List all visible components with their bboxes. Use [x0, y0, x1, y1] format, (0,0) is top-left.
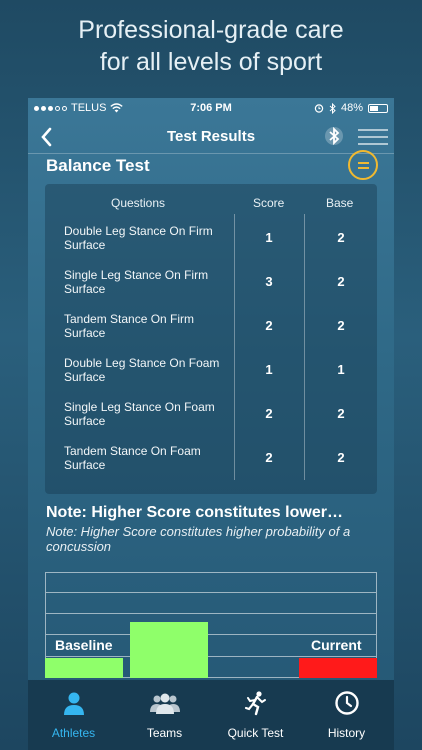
current-bar — [299, 658, 377, 678]
tab-teams[interactable]: Teams — [119, 680, 210, 750]
row-question: Single Leg Stance On Foam Surface — [64, 400, 215, 428]
battery-level — [370, 105, 378, 111]
row-score: 2 — [265, 318, 273, 333]
row-score: 1 — [265, 362, 273, 377]
row-question: Double Leg Stance On Firm Surface — [64, 224, 213, 252]
row-question: Tandem Stance On Foam Surface — [64, 444, 201, 472]
tab-label: History — [327, 726, 366, 740]
battery-percent: 48% — [340, 102, 363, 114]
options-menu-button[interactable] — [348, 150, 378, 180]
baseline-bar — [45, 658, 123, 678]
phone-screen: TELUS 7:06 PM 48% Test Results Balance T… — [28, 98, 394, 750]
row-base: 2 — [337, 318, 345, 333]
runner-icon — [244, 691, 266, 716]
row-question: Tandem Stance On Firm Surface — [64, 312, 195, 340]
status-right: 48% — [314, 102, 388, 114]
baseline-label: Baseline — [55, 637, 113, 653]
table-row: Single Leg Stance On Firm Surface 3 2 — [45, 262, 377, 306]
hamburger-menu-button[interactable] — [358, 124, 388, 150]
clock-icon — [335, 691, 359, 715]
row-base: 2 — [337, 406, 345, 421]
tab-label: Quick Test — [227, 726, 284, 740]
column-header-base: Base — [326, 196, 354, 210]
row-score: 2 — [265, 450, 273, 465]
tab-athletes[interactable]: Athletes — [28, 680, 119, 750]
note-heading: Note: Higher Score constitutes lower… — [46, 504, 343, 521]
bluetooth-button[interactable] — [324, 124, 344, 148]
alarm-icon — [314, 104, 324, 113]
balance-results-table: Questions Score Base Double Leg Stance O… — [45, 184, 377, 494]
score-comparison-chart: Baseline Current — [45, 572, 377, 678]
table-row: Single Leg Stance On Foam Surface 2 2 — [45, 394, 377, 438]
table-row: Double Leg Stance On Firm Surface 1 2 — [45, 218, 377, 262]
tab-label: Teams — [146, 726, 183, 740]
row-question: Single Leg Stance On Firm Surface — [64, 268, 209, 296]
promo-headline-line2: for all levels of sport — [99, 48, 323, 76]
column-header-score: Score — [253, 196, 285, 210]
current-label: Current — [311, 637, 362, 653]
tab-quick-test[interactable]: Quick Test — [210, 680, 301, 750]
tab-label: Athletes — [51, 726, 96, 740]
table-row: Tandem Stance On Firm Surface 2 2 — [45, 306, 377, 350]
bluetooth-status-icon — [329, 102, 336, 114]
tab-bar: Athletes Teams Quick Test History — [28, 680, 394, 750]
tab-history[interactable]: History — [301, 680, 392, 750]
table-row: Tandem Stance On Foam Surface 2 2 — [45, 438, 377, 482]
row-question: Double Leg Stance On Foam Surface — [64, 356, 220, 384]
row-score: 2 — [265, 406, 273, 421]
bluetooth-icon — [325, 126, 343, 146]
section-title: Balance Test — [46, 156, 150, 175]
row-score: 1 — [265, 230, 273, 245]
note-text: Note: Higher Score constitutes higher pr… — [46, 524, 351, 554]
row-base: 2 — [337, 450, 345, 465]
group-icon — [150, 693, 180, 714]
baseline-bar — [130, 622, 208, 678]
row-base: 2 — [337, 274, 345, 289]
row-base: 2 — [337, 230, 345, 245]
row-base: 1 — [337, 362, 345, 377]
status-bar: TELUS 7:06 PM 48% — [28, 98, 394, 118]
promo-headline: Professional-grade care for all levels o… — [0, 14, 422, 78]
column-header-questions: Questions — [111, 196, 166, 210]
battery-icon — [368, 103, 388, 113]
person-icon — [64, 692, 84, 715]
table-row: Double Leg Stance On Foam Surface 1 1 — [45, 350, 377, 394]
promo-headline-line1: Professional-grade care — [78, 16, 344, 44]
row-score: 3 — [265, 274, 273, 289]
nav-bar: Test Results — [28, 120, 394, 154]
